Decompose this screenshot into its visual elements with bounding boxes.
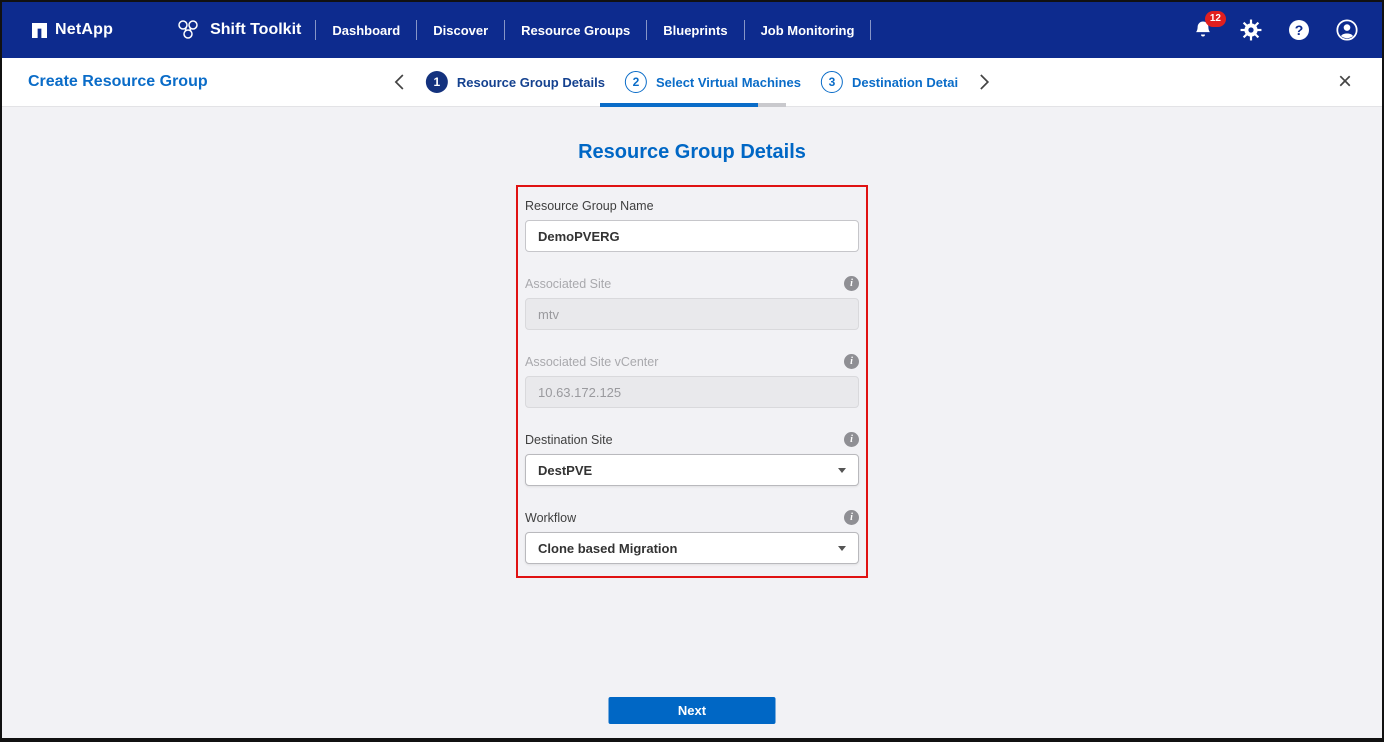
netapp-logo-icon — [32, 23, 47, 38]
field-associated-site-vcenter: Associated Site vCenter i — [525, 354, 859, 408]
resource-group-name-input[interactable] — [525, 220, 859, 252]
main-nav: Dashboard Discover Resource Groups Bluep… — [330, 19, 885, 42]
header-actions: 12 — [1190, 17, 1360, 43]
chevron-down-icon — [838, 468, 846, 473]
next-button[interactable]: Next — [609, 697, 776, 724]
step-select-virtual-machines[interactable]: 2 Select Virtual Machines — [625, 71, 801, 93]
nav-divider — [315, 20, 316, 40]
wizard-body: Resource Group Details Resource Group Na… — [2, 107, 1382, 738]
brand-name: NetApp — [55, 21, 113, 39]
nav-divider — [744, 20, 745, 40]
chevron-down-icon — [838, 546, 846, 551]
settings-button[interactable] — [1238, 17, 1264, 43]
notifications-button[interactable]: 12 — [1190, 17, 1216, 43]
select-value: Clone based Migration — [538, 541, 677, 556]
step-number: 1 — [426, 71, 448, 93]
shift-toolkit-icon — [175, 18, 201, 42]
field-label: Resource Group Name — [525, 199, 654, 213]
app-name: Shift Toolkit — [210, 21, 301, 39]
nav-item-discover[interactable]: Discover — [431, 19, 490, 42]
wizard-stepper: 1 Resource Group Details 2 Select Virtua… — [394, 58, 990, 106]
select-value: DestPVE — [538, 463, 592, 478]
gear-icon — [1240, 19, 1262, 41]
info-icon[interactable]: i — [844, 510, 859, 525]
step-label: Resource Group Details — [457, 75, 605, 90]
field-destination-site: Destination Site i DestPVE — [525, 432, 859, 486]
page: NetApp Shift Toolkit Dashboard Discover … — [0, 0, 1384, 742]
field-label: Associated Site vCenter — [525, 355, 658, 369]
nav-divider — [870, 20, 871, 40]
form-highlight-annotation: Resource Group Name Associated Site i As… — [516, 185, 868, 578]
user-account-button[interactable] — [1334, 17, 1360, 43]
step-label: Select Virtual Machines — [656, 75, 801, 90]
netapp-brand: NetApp — [32, 21, 113, 39]
info-icon[interactable]: i — [844, 276, 859, 291]
stepper-prev-chevron-icon[interactable] — [394, 73, 406, 91]
help-button[interactable]: ? — [1286, 17, 1312, 43]
help-icon: ? — [1289, 20, 1309, 40]
info-icon[interactable]: i — [844, 354, 859, 369]
workflow-select[interactable]: Clone based Migration — [525, 532, 859, 564]
nav-item-dashboard[interactable]: Dashboard — [330, 19, 402, 42]
destination-site-select[interactable]: DestPVE — [525, 454, 859, 486]
notification-badge: 12 — [1205, 11, 1226, 27]
nav-item-resource-groups[interactable]: Resource Groups — [519, 19, 632, 42]
form-title: Resource Group Details — [2, 141, 1382, 164]
field-label: Destination Site — [525, 433, 613, 447]
stepper-next-chevron-icon[interactable] — [978, 73, 990, 91]
step-resource-group-details[interactable]: 1 Resource Group Details — [426, 71, 605, 93]
page-title: Create Resource Group — [28, 73, 208, 91]
user-avatar-icon — [1336, 19, 1358, 41]
step-label: Destination Detai — [852, 75, 958, 90]
nav-item-blueprints[interactable]: Blueprints — [661, 19, 729, 42]
associated-site-input — [525, 298, 859, 330]
nav-divider — [504, 20, 505, 40]
field-resource-group-name: Resource Group Name — [525, 198, 859, 252]
field-label: Workflow — [525, 511, 576, 525]
close-icon[interactable]: × — [1334, 70, 1356, 94]
top-navigation: NetApp Shift Toolkit Dashboard Discover … — [2, 2, 1382, 58]
info-icon[interactable]: i — [844, 432, 859, 447]
nav-divider — [416, 20, 417, 40]
step-number: 2 — [625, 71, 647, 93]
step-number: 3 — [821, 71, 843, 93]
nav-divider — [646, 20, 647, 40]
shift-toolkit-brand: Shift Toolkit — [175, 18, 301, 42]
nav-item-job-monitoring[interactable]: Job Monitoring — [759, 19, 857, 42]
field-associated-site: Associated Site i — [525, 276, 859, 330]
field-label: Associated Site — [525, 277, 611, 291]
associated-site-vcenter-input — [525, 376, 859, 408]
wizard-header: Create Resource Group 1 Resource Group D… — [2, 58, 1382, 107]
field-workflow: Workflow i Clone based Migration — [525, 510, 859, 564]
step-destination-details[interactable]: 3 Destination Detai — [821, 71, 958, 93]
